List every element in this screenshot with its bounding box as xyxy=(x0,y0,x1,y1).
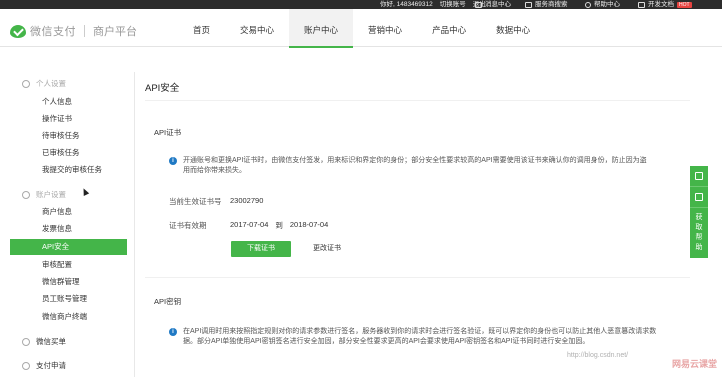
sidebar-section-personal[interactable]: 个人设置 xyxy=(22,78,66,90)
apply-icon xyxy=(22,362,30,370)
bill-icon xyxy=(22,338,30,346)
account-greeting: 你好, 1483469312 xyxy=(380,1,433,8)
messages-label: 消息中心 xyxy=(485,1,511,8)
info-icon: i xyxy=(169,328,177,336)
sidebar-item-staff-accounts[interactable]: 员工账号管理 xyxy=(10,291,127,307)
cert-validity-row: 证书有效期 2017-07-04 到 2018-07-04 xyxy=(169,220,328,231)
url-watermark: http://blog.csdn.net/ xyxy=(567,352,629,359)
switch-account-link[interactable]: 切换账号 xyxy=(440,0,466,9)
section-divider xyxy=(145,277,690,278)
dev-docs-label: 开发文档 xyxy=(648,1,674,8)
user-icon xyxy=(22,80,30,88)
messages-link[interactable]: 消息中心 xyxy=(475,0,511,9)
main-nav: 首页 交易中心 账户中心 营销中心 产品中心 数据中心 xyxy=(178,9,545,48)
mail-icon xyxy=(475,1,482,8)
nav-marketing-center[interactable]: 营销中心 xyxy=(353,9,417,47)
top-utility-bar: 你好, 1483469312 切换账号 退出 消息中心 服务商搜索 帮助中心 开… xyxy=(0,0,722,9)
sidebar-item-personal-info[interactable]: 个人信息 xyxy=(10,94,127,110)
api-cert-notice-text: 开通账号和更换API证书时，由微信支付签发，用来标识和界定你的身份；部分安全性要… xyxy=(183,157,647,174)
sidebar-item-reviewed[interactable]: 已审核任务 xyxy=(10,145,127,161)
wechat-pay-logo-icon xyxy=(10,24,26,38)
nav-home[interactable]: 首页 xyxy=(178,9,225,47)
page-title: API安全 xyxy=(145,83,180,94)
main-content: API安全 API证书 i 开通账号和更换API证书时，由微信支付签发，用来标识… xyxy=(135,72,690,377)
platform-name: 商户平台 xyxy=(93,26,137,38)
sidebar-section-wechat-bill[interactable]: 微信买单 xyxy=(22,336,66,348)
section-pay-label: 支付申请 xyxy=(36,361,66,370)
floating-toolbar: 获取帮助 xyxy=(690,166,708,258)
float-get-help[interactable]: 获取帮助 xyxy=(690,208,708,258)
cert-validity-to: 2018-07-04 xyxy=(289,220,329,229)
section-bill-label: 微信买单 xyxy=(36,337,66,346)
help-center-label: 帮助中心 xyxy=(594,1,620,8)
settings-icon xyxy=(22,191,30,199)
doc-icon xyxy=(638,1,645,8)
section-personal-label: 个人设置 xyxy=(36,79,66,88)
share-icon xyxy=(695,172,703,180)
nav-trade-center[interactable]: 交易中心 xyxy=(225,9,289,47)
download-cert-button[interactable]: 下载证书 xyxy=(231,241,291,257)
sidebar-item-merchant-info[interactable]: 商户信息 xyxy=(10,204,127,220)
api-key-notice-text: 在API调用时用来按照指定规则对你的请求参数进行签名，服务器收到你的请求时会进行… xyxy=(183,328,657,345)
logo-divider xyxy=(84,25,85,37)
main-header: 微信支付 商户平台 首页 交易中心 账户中心 营销中心 产品中心 数据中心 xyxy=(0,9,722,48)
cert-validity-from: 2017-07-04 xyxy=(230,220,269,229)
sidebar: 个人设置 个人信息 操作证书 待审核任务 已审核任务 我提交的审核任务 账户设置… xyxy=(0,72,135,377)
get-help-label: 获取帮助 xyxy=(695,214,703,251)
brand-logo[interactable]: 微信支付 商户平台 xyxy=(10,23,137,39)
sidebar-item-pending-review[interactable]: 待审核任务 xyxy=(10,128,127,144)
sidebar-item-operation-cert[interactable]: 操作证书 xyxy=(10,111,127,127)
help-icon xyxy=(585,1,591,8)
sidebar-item-api-security[interactable]: API安全 xyxy=(10,239,127,255)
change-cert-link[interactable]: 更改证书 xyxy=(313,241,341,257)
sidebar-item-merchant-terminal[interactable]: 微信商户终端 xyxy=(10,309,127,325)
users-icon xyxy=(525,1,532,8)
hot-badge: HOT xyxy=(677,1,692,8)
service-search-link[interactable]: 服务商搜索 xyxy=(525,0,568,9)
section-account-label: 账户设置 xyxy=(36,190,66,199)
sidebar-item-my-submitted[interactable]: 我提交的审核任务 xyxy=(10,162,127,178)
sidebar-section-account[interactable]: 账户设置 xyxy=(22,189,66,201)
info-icon: i xyxy=(169,157,177,165)
sidebar-section-pay-apply[interactable]: 支付申请 xyxy=(22,360,66,372)
service-search-label: 服务商搜索 xyxy=(535,1,568,8)
sidebar-item-wechat-group[interactable]: 微信群管理 xyxy=(10,274,127,290)
sidebar-item-invoice-info[interactable]: 发票信息 xyxy=(10,221,127,237)
float-tool-share[interactable] xyxy=(690,166,708,187)
float-tool-edit[interactable] xyxy=(690,187,708,208)
current-cert-label: 当前生效证书号 xyxy=(169,197,222,206)
edit-icon xyxy=(695,193,703,201)
current-cert-value: 23002790 xyxy=(230,196,264,205)
current-cert-row: 当前生效证书号 23002790 xyxy=(169,196,263,207)
api-cert-notice: i 开通账号和更换API证书时，由微信支付签发，用来标识和界定你的身份；部分安全… xyxy=(169,156,647,176)
brand-name: 微信支付 xyxy=(30,26,76,38)
cert-validity-label: 证书有效期 xyxy=(169,221,207,230)
api-cert-heading: API证书 xyxy=(154,128,182,137)
help-center-link[interactable]: 帮助中心 xyxy=(585,0,620,9)
cert-validity-to-word: 到 xyxy=(275,221,283,230)
title-divider xyxy=(145,100,690,101)
api-key-notice: i 在API调用时用来按照指定规则对你的请求参数进行签名，服务器收到你的请求时会… xyxy=(169,327,657,347)
nav-data-center[interactable]: 数据中心 xyxy=(481,9,545,47)
nav-account-center[interactable]: 账户中心 xyxy=(289,9,354,48)
brand-watermark: 网易云课堂 xyxy=(672,359,718,369)
dev-docs-link[interactable]: 开发文档 HOT xyxy=(638,0,692,9)
nav-product-center[interactable]: 产品中心 xyxy=(417,9,481,47)
api-key-heading: API密钥 xyxy=(154,297,182,306)
sidebar-item-review-config[interactable]: 审核配置 xyxy=(10,257,127,273)
